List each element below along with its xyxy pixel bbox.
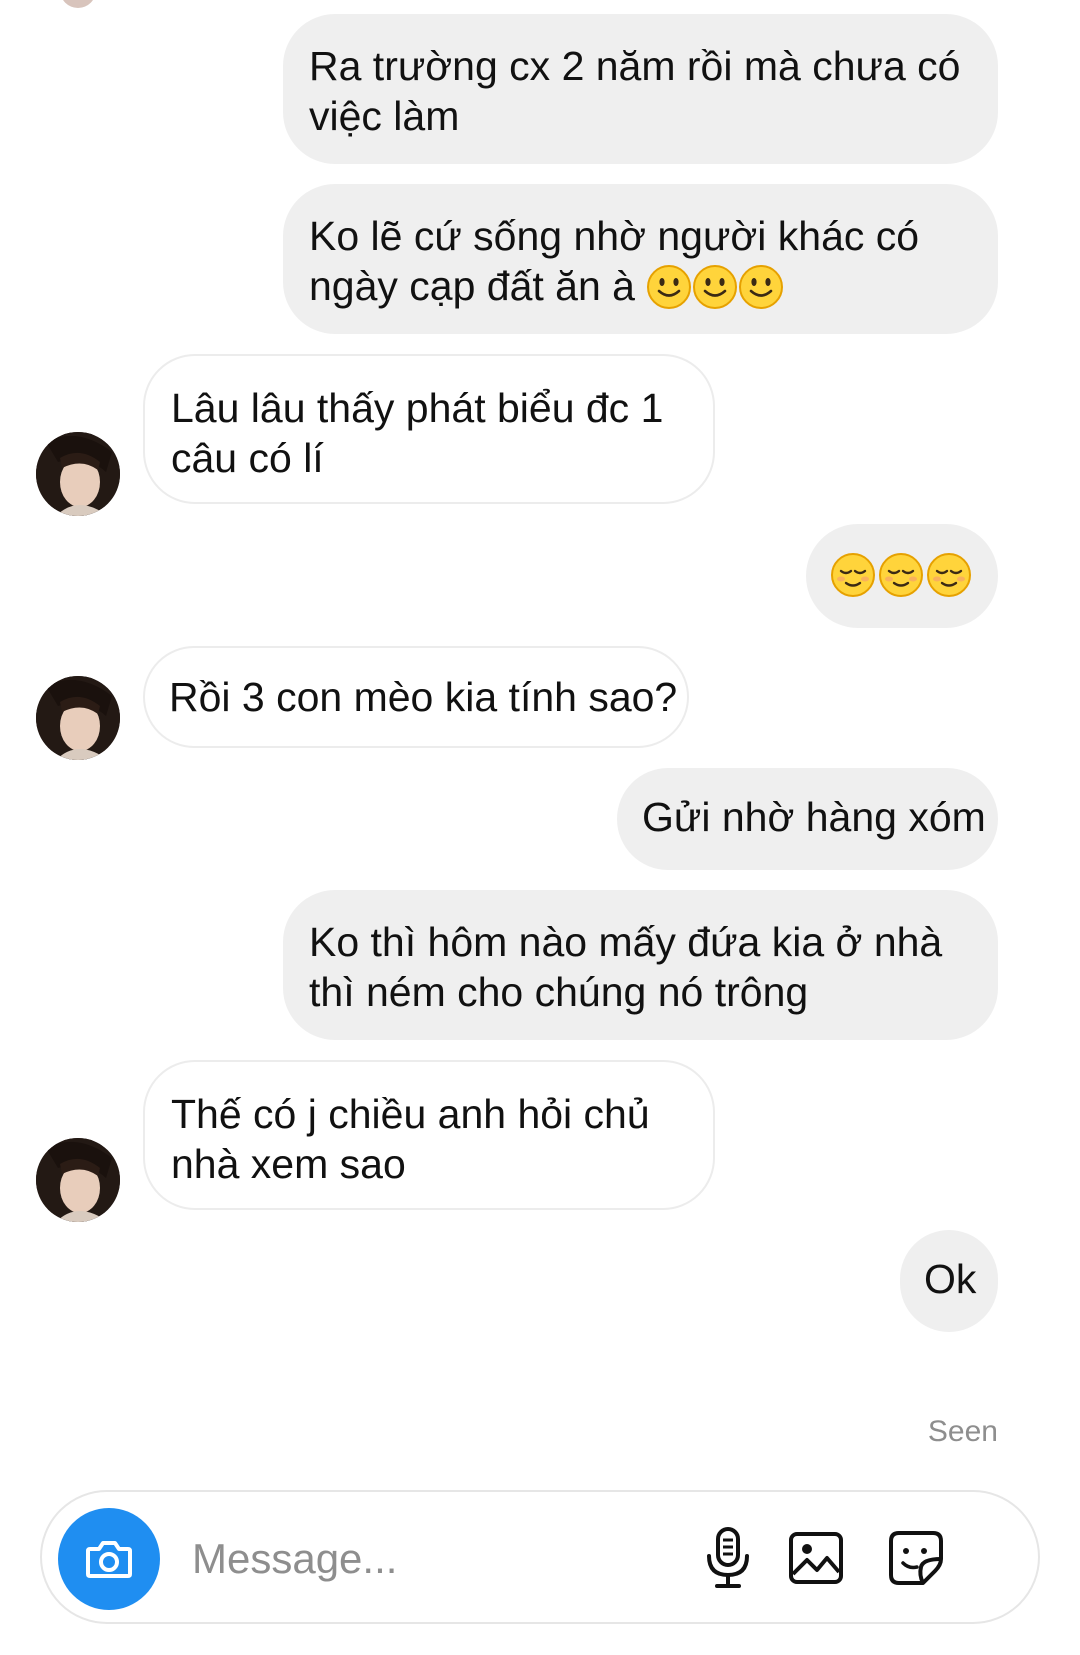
gallery-icon [789,1532,843,1584]
sticker-button[interactable] [880,1522,952,1594]
message-text: Rồi 3 con mèo kia tính sao? [169,674,678,720]
message-text: Ok [924,1256,977,1302]
message-incoming[interactable]: Thế có j chiều anh hỏi chủ nhà xem sao [143,1060,715,1210]
relieved-emoji-group [830,552,974,598]
slightly-smiling-face-icon [647,265,692,309]
message-text: Ra trường cx 2 năm rồi mà chưa có [309,43,961,89]
message-outgoing[interactable]: Ko thì hôm nào mấy đứa kia ở nhà thì ném… [283,890,998,1040]
message-text: Ko lẽ cứ sống nhờ người khác có [309,213,920,259]
seen-status: Seen [927,1415,998,1448]
message-text: Lâu lâu thấy phát biểu đc 1 [171,385,664,431]
message-text: nhà xem sao [171,1141,406,1187]
microphone-button[interactable] [692,1522,764,1594]
microphone-icon [707,1527,749,1588]
message-incoming[interactable]: Lâu lâu thấy phát biểu đc 1 câu có lí [143,354,715,504]
message-outgoing-emoji[interactable] [806,524,998,628]
message-text: ngày cạp đất ăn à [309,263,635,309]
relieved-face-icon [879,553,923,597]
message-text: Thế có j chiều anh hỏi chủ [171,1091,650,1137]
gallery-button[interactable] [780,1522,852,1594]
message-text: Ko thì hôm nào mấy đứa kia ở nhà [309,919,943,965]
avatar-peek [60,0,96,8]
camera-button[interactable] [58,1508,160,1610]
message-outgoing[interactable]: Ok [900,1230,998,1332]
avatar[interactable] [36,432,120,516]
message-incoming[interactable]: Rồi 3 con mèo kia tính sao? [143,646,689,748]
message-input[interactable] [192,1530,672,1588]
message-text: việc làm [309,93,460,139]
message-composer [40,1490,1040,1624]
message-text: thì ném cho chúng nó trông [309,969,809,1015]
relieved-face-icon [831,553,875,597]
slightly-smiling-emoji-group [646,264,784,310]
camera-icon [86,1541,132,1578]
slightly-smiling-face-icon [693,265,738,309]
slightly-smiling-face-icon [739,265,784,309]
sticker-icon [889,1531,943,1585]
avatar[interactable] [36,676,120,760]
message-text: câu có lí [171,435,324,481]
message-outgoing[interactable]: Gửi nhờ hàng xóm [617,768,998,870]
message-outgoing[interactable]: Ra trường cx 2 năm rồi mà chưa có việc l… [283,14,998,164]
message-text: Gửi nhờ hàng xóm [642,794,986,840]
message-outgoing[interactable]: Ko lẽ cứ sống nhờ người khác có ngày cạp… [283,184,998,334]
avatar[interactable] [36,1138,120,1222]
relieved-face-icon [927,553,971,597]
